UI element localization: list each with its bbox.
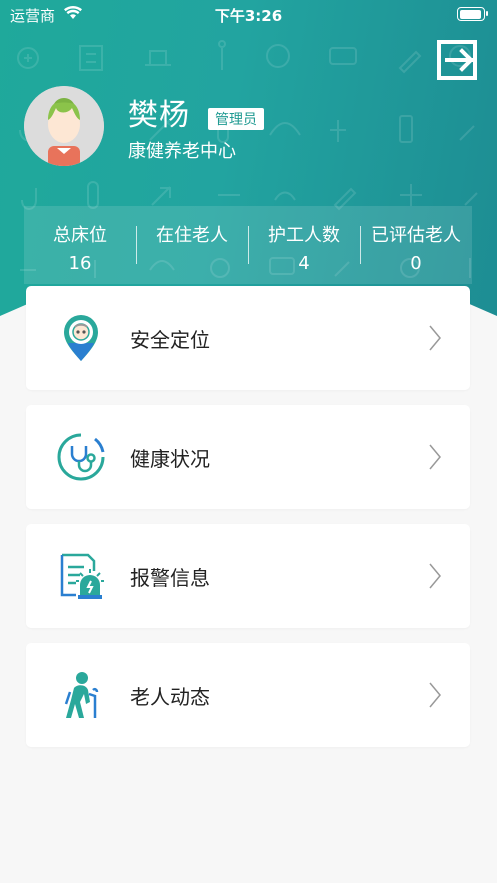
battery-icon [457,7,488,21]
organization-name: 康健养老中心 [128,141,236,162]
logout-icon[interactable] [435,38,479,82]
chevron-right-icon [429,563,441,589]
chevron-right-icon [429,444,441,470]
chevron-right-icon [429,325,441,351]
status-time: 下午3:26 [214,7,283,25]
battery-level [459,9,482,19]
menu-item-label: 健康状况 [130,447,210,471]
stats-panel: 总床位 16 在住老人 护工人数 4 已评估老人 0 [24,206,472,284]
menu-item-safety-location[interactable]: 安全定位 [26,286,470,390]
menu-item-label: 安全定位 [130,328,210,352]
stat-value: 0 [410,253,422,274]
menu-item-alarm-info[interactable]: 报警信息 [26,524,470,628]
user-name: 樊杨 [128,98,190,133]
stat-total-beds[interactable]: 总床位 16 [24,206,136,284]
stat-caregivers[interactable]: 护工人数 4 [248,206,360,284]
app-screen: 运营商 下午3:26 樊杨 管理员 康健养老中心 总床位 16 在住老人 护工人… [0,0,497,883]
location-pin-icon [64,315,98,361]
elder-avatar-icon [24,86,104,166]
stethoscope-icon [57,433,105,481]
alarm-report-icon [60,553,104,599]
stat-resident-elders[interactable]: 在住老人 [136,206,248,284]
menu-item-health-status[interactable]: 健康状况 [26,405,470,509]
menu-item-elder-activity[interactable]: 老人动态 [26,643,470,747]
elder-walking-icon [64,672,99,718]
stat-value: 4 [298,253,310,274]
stat-label: 在住老人 [156,225,228,246]
stat-value: 16 [68,253,92,274]
stat-label: 总床位 [53,225,107,246]
status-bar: 运营商 下午3:26 [0,0,497,30]
stat-label: 护工人数 [268,225,340,246]
menu-item-label: 老人动态 [130,685,210,709]
role-badge: 管理员 [208,108,264,130]
stat-label: 已评估老人 [371,225,461,246]
stat-assessed-elders[interactable]: 已评估老人 0 [360,206,472,284]
chevron-right-icon [429,682,441,708]
menu-item-label: 报警信息 [130,566,210,590]
